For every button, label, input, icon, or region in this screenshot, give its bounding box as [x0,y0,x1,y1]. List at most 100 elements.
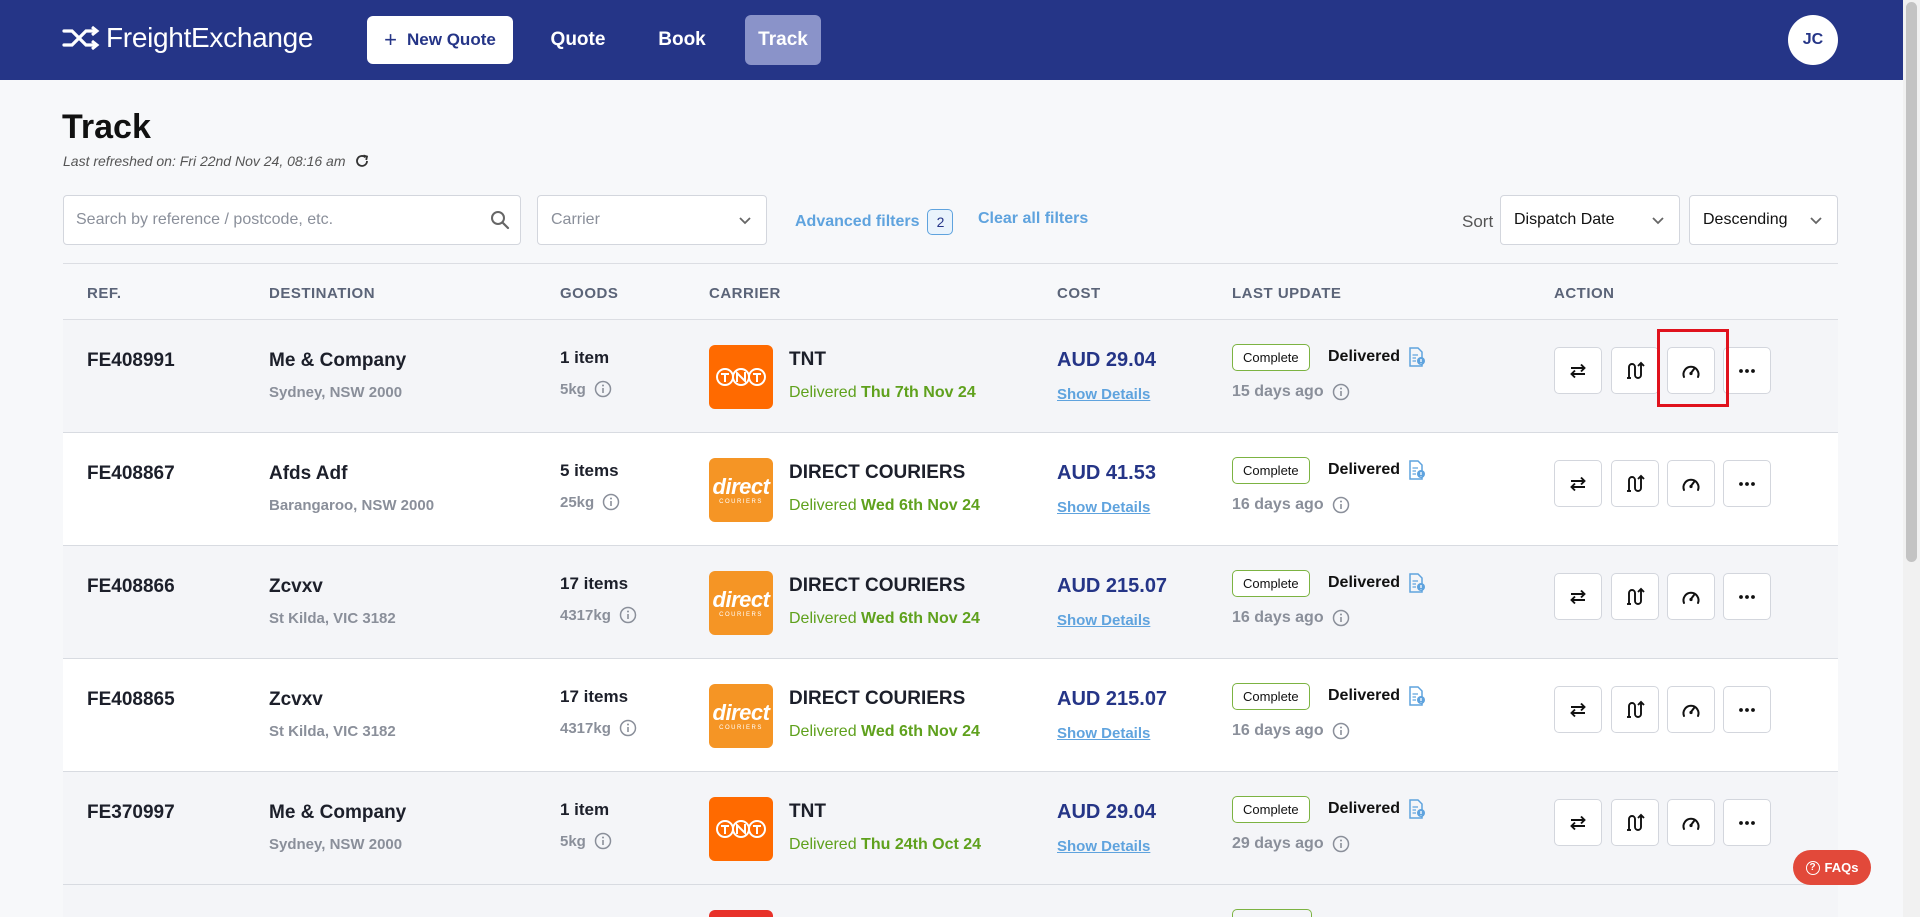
table-row[interactable]: FE370997 Me & Company Sydney, NSW 2000 1… [63,772,1838,885]
last-update-time: 16 days ago [1232,722,1350,740]
carrier-name: TNT [789,349,826,370]
tracking-gauge-button[interactable] [1667,347,1715,394]
table-header: REF. DESTINATION GOODS CARRIER COST LAST… [63,263,1838,320]
info-icon[interactable] [1332,722,1350,740]
shipment-ref[interactable]: FE370997 [87,802,175,824]
swap-action-button[interactable] [1554,573,1602,620]
pod-document-icon[interactable] [1408,347,1426,367]
info-icon[interactable] [594,380,612,398]
sort-by-select[interactable]: Dispatch Date [1500,195,1680,245]
swap-action-button[interactable] [1554,686,1602,733]
info-icon[interactable] [594,832,612,850]
more-actions-button[interactable] [1723,799,1771,846]
goods-weight-value: 5kg [560,832,586,850]
status-badge: Complete [1232,344,1310,371]
delivered-status: Delivered [1328,573,1426,593]
show-details-link[interactable]: Show Details [1057,499,1150,516]
header-destination: DESTINATION [269,285,376,302]
more-actions-button[interactable] [1723,686,1771,733]
nav-quote[interactable]: Quote [540,15,616,65]
goods-weight: 4317kg [560,719,637,737]
freightexchange-logo[interactable]: FreightExchange [62,22,313,54]
scrollbar-thumb[interactable] [1906,2,1917,562]
info-icon[interactable] [1332,835,1350,853]
sort-order-select[interactable]: Descending [1689,195,1838,245]
user-avatar[interactable]: JC [1788,15,1838,65]
goods-items: 17 items [560,574,629,593]
info-icon[interactable] [602,493,620,511]
route-action-button[interactable] [1611,573,1659,620]
pod-document-icon[interactable] [1408,686,1426,706]
destination-location: St Kilda, VIC 3182 [269,723,396,740]
search-icon[interactable] [490,210,510,230]
delivery-date: Wed 6th Nov 24 [861,723,980,740]
more-actions-button[interactable] [1723,347,1771,394]
page-title: Track [62,108,151,146]
tracking-gauge-button[interactable] [1667,799,1715,846]
goods-weight-value: 25kg [560,493,595,511]
pod-document-icon[interactable] [1408,573,1426,593]
gauge-icon [1682,591,1700,604]
last-update-ago: 16 days ago [1232,496,1324,513]
table-row[interactable]: FE408866 Zcvxv St Kilda, VIC 3182 17 ite… [63,546,1838,659]
shipment-ref[interactable]: FE408867 [87,463,175,485]
pod-document-icon[interactable] [1408,799,1426,819]
delivery-status: Delivered Wed 6th Nov 24 [789,610,980,628]
clear-all-filters-link[interactable]: Clear all filters [978,210,1088,228]
new-quote-button[interactable]: + New Quote [367,16,513,64]
delivery-date: Thu 24th Oct 24 [861,836,982,853]
shipment-ref[interactable]: FE408866 [87,576,175,598]
show-details-link[interactable]: Show Details [1057,386,1150,403]
swap-action-button[interactable] [1554,799,1602,846]
nav-book[interactable]: Book [646,15,718,65]
carrier-name: DIRECT COURIERS [789,575,966,596]
show-details-link[interactable]: Show Details [1057,612,1150,629]
shipment-ref[interactable]: FE408991 [87,350,175,372]
show-details-link[interactable]: Show Details [1057,838,1150,855]
tracking-gauge-button[interactable] [1667,686,1715,733]
delivery-status: Delivered Wed 6th Nov 24 [789,497,980,515]
advanced-filters-link[interactable]: Advanced filters 2 [795,209,954,235]
destination-name: Zcvxv [269,689,323,710]
status-badge-partial [1232,909,1312,917]
show-details-link[interactable]: Show Details [1057,725,1150,742]
tracking-gauge-button[interactable] [1667,460,1715,507]
info-icon[interactable] [1332,383,1350,401]
table-row[interactable]: FE408867 Afds Adf Barangaroo, NSW 2000 5… [63,433,1838,546]
destination-name: Me & Company [269,350,407,371]
refresh-icon[interactable] [354,153,370,169]
route-action-button[interactable] [1611,460,1659,507]
more-actions-button[interactable] [1723,460,1771,507]
table-row-partial[interactable] [63,885,1838,917]
shipment-ref[interactable]: FE408865 [87,689,175,711]
delivered-status: Delivered [1328,347,1426,367]
route-action-button[interactable] [1611,686,1659,733]
info-icon[interactable] [619,606,637,624]
goods-weight: 25kg [560,493,620,511]
faqs-button[interactable]: ? FAQs [1793,850,1871,885]
swap-action-button[interactable] [1554,347,1602,394]
table-row[interactable]: FE408865 Zcvxv St Kilda, VIC 3182 17 ite… [63,659,1838,772]
route-action-button[interactable] [1611,347,1659,394]
info-icon[interactable] [619,719,637,737]
delivered-label: Delivered [1328,800,1401,817]
nav-track[interactable]: Track [745,15,821,65]
direct-couriers-logo-icon: direct [712,586,770,612]
status-badge: Complete [1232,457,1310,484]
search-input[interactable] [64,196,520,244]
more-actions-button[interactable] [1723,573,1771,620]
delivery-status-prefix: Delivered [789,610,857,627]
carrier-select[interactable]: Carrier [537,195,767,245]
table-row[interactable]: FE408991 Me & Company Sydney, NSW 2000 1… [63,320,1838,433]
top-nav-bar: FreightExchange + New Quote Quote Book T… [0,0,1903,80]
swap-action-button[interactable] [1554,460,1602,507]
tracking-gauge-button[interactable] [1667,573,1715,620]
pod-document-icon[interactable] [1408,460,1426,480]
direct-couriers-logo-sub: COURIERS [719,498,763,505]
route-action-button[interactable] [1611,799,1659,846]
delivered-label: Delivered [1328,687,1401,704]
info-icon[interactable] [1332,609,1350,627]
shipment-cost: AUD 29.04 [1057,801,1156,823]
destination-name: Zcvxv [269,576,323,597]
info-icon[interactable] [1332,496,1350,514]
